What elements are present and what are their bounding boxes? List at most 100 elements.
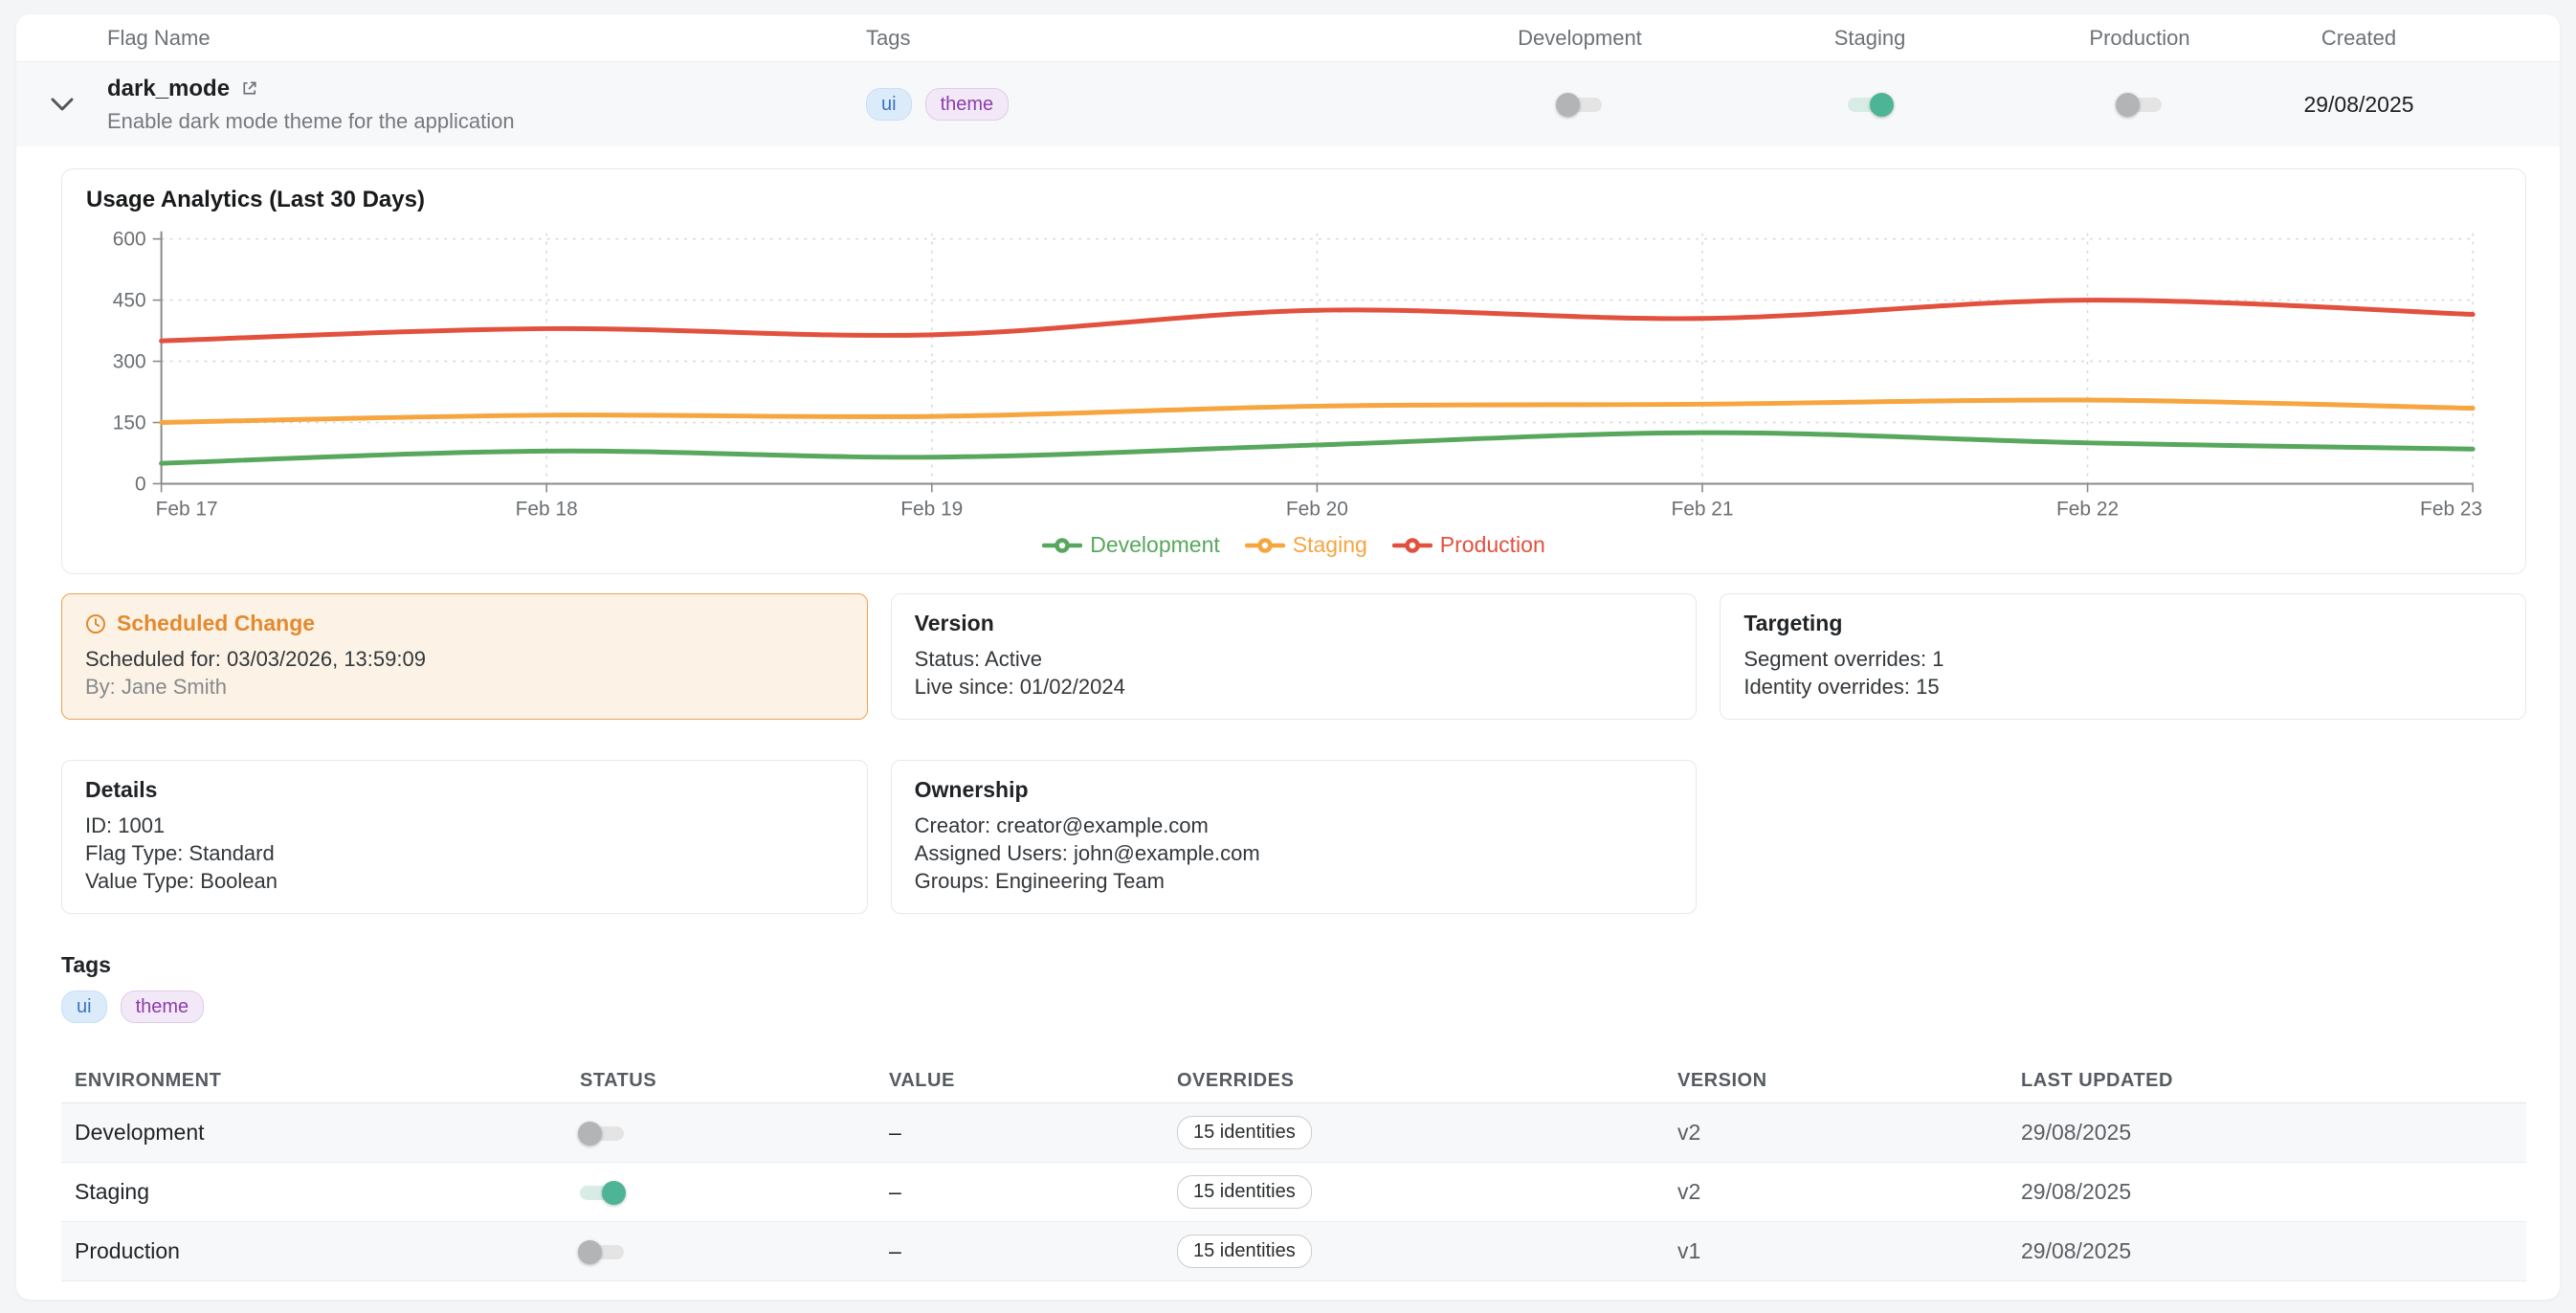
ownership-card-lines: Creator: creator@example.comAssigned Use… xyxy=(915,812,1674,895)
scheduled-for-text: Scheduled for: 03/03/2026, 13:59:09 xyxy=(85,645,844,673)
legend-item-production[interactable]: Production xyxy=(1392,532,1545,558)
env-version: v2 xyxy=(1677,1120,2021,1146)
card-line: Segment overrides: 1 xyxy=(1743,645,2502,673)
svg-text:Feb 17: Feb 17 xyxy=(156,498,218,520)
env-col-header-value: VALUE xyxy=(889,1070,1177,1092)
scheduled-change-card: Scheduled Change Scheduled for: 03/03/20… xyxy=(61,593,868,720)
col-header-tags: Tags xyxy=(866,26,1427,51)
targeting-card: Targeting Segment overrides: 1Identity o… xyxy=(1720,593,2526,720)
staging-status-toggle[interactable] xyxy=(580,1181,624,1205)
env-col-header-version: VERSION xyxy=(1677,1070,2021,1092)
env-name: Staging xyxy=(61,1179,580,1205)
svg-text:Feb 19: Feb 19 xyxy=(900,498,963,520)
env-row-production: Production–15 identitiesv129/08/2025 xyxy=(61,1222,2526,1281)
identities-badge[interactable]: 15 identities xyxy=(1177,1235,1312,1268)
feature-flag-panel: Flag Name Tags Development Staging Produ… xyxy=(16,14,2560,1300)
col-header-development: Development xyxy=(1427,26,1733,51)
ownership-card: Ownership Creator: creator@example.comAs… xyxy=(891,760,1698,914)
scheduled-change-title: Scheduled Change xyxy=(117,611,315,636)
col-header-flag-name: Flag Name xyxy=(107,26,866,51)
card-line: Flag Type: Standard xyxy=(85,839,844,867)
svg-text:Feb 23: Feb 23 xyxy=(2420,498,2482,520)
card-line: Live since: 01/02/2024 xyxy=(915,673,1674,701)
env-last-updated: 29/08/2025 xyxy=(2021,1179,2526,1205)
clock-icon xyxy=(85,613,106,634)
tags-section-chips: uitheme xyxy=(61,990,2526,1023)
staging-toggle[interactable] xyxy=(1848,93,1892,117)
production-toggle[interactable] xyxy=(2118,93,2162,117)
env-last-updated: 29/08/2025 xyxy=(2021,1238,2526,1264)
tags-section-title: Tags xyxy=(61,952,2526,978)
development-status-toggle[interactable] xyxy=(580,1122,624,1146)
svg-text:Feb 22: Feb 22 xyxy=(2056,498,2119,520)
card-line: Status: Active xyxy=(915,645,1674,673)
created-date: 29/08/2025 xyxy=(2273,92,2445,118)
env-version: v2 xyxy=(1677,1179,2021,1205)
development-toggle[interactable] xyxy=(1558,93,1602,117)
flag-row: dark_mode Enable dark mode theme for the… xyxy=(16,62,2560,146)
svg-text:450: 450 xyxy=(113,290,146,312)
env-row-staging: Staging –15 identities v229/08/2025 xyxy=(61,1163,2526,1222)
env-col-header-overrides: OVERRIDES xyxy=(1177,1070,1677,1092)
env-value: – xyxy=(889,1120,1177,1146)
svg-text:600: 600 xyxy=(113,229,146,251)
col-header-created: Created xyxy=(2273,26,2445,51)
scheduled-by-text: By: Jane Smith xyxy=(85,673,844,701)
env-value: – xyxy=(889,1179,1177,1205)
production-status-toggle[interactable] xyxy=(580,1240,624,1264)
env-row-development: Development –15 identities v229/08/2025 xyxy=(61,1103,2526,1163)
usage-analytics-card: Usage Analytics (Last 30 Days) 015030045… xyxy=(61,168,2526,574)
env-col-header-status: STATUS xyxy=(580,1070,889,1092)
legend-marker-icon xyxy=(1392,536,1432,555)
svg-text:0: 0 xyxy=(135,473,146,495)
details-card-lines: ID: 1001Flag Type: StandardValue Type: B… xyxy=(85,812,844,895)
env-name: Development xyxy=(61,1120,580,1146)
legend-item-development[interactable]: Development xyxy=(1042,532,1220,558)
svg-text:Feb 18: Feb 18 xyxy=(516,498,578,520)
tag-theme[interactable]: theme xyxy=(121,990,205,1023)
identities-badge[interactable]: 15 identities xyxy=(1177,1116,1312,1149)
targeting-card-title: Targeting xyxy=(1743,611,2502,636)
version-card: Version Status: ActiveLive since: 01/02/… xyxy=(891,593,1698,720)
card-line: Assigned Users: john@example.com xyxy=(915,839,1674,867)
env-version: v1 xyxy=(1677,1238,2021,1264)
card-line: Creator: creator@example.com xyxy=(915,812,1674,839)
svg-text:Feb 20: Feb 20 xyxy=(1286,498,1348,520)
svg-text:150: 150 xyxy=(113,412,146,434)
env-col-header-last-updated: LAST UPDATED xyxy=(2021,1070,2526,1092)
collapse-chevron-icon[interactable] xyxy=(51,98,74,111)
env-last-updated: 29/08/2025 xyxy=(2021,1120,2526,1146)
legend-marker-icon xyxy=(1042,536,1082,555)
flag-name[interactable]: dark_mode xyxy=(107,76,230,102)
version-card-title: Version xyxy=(915,611,1674,636)
version-card-lines: Status: ActiveLive since: 01/02/2024 xyxy=(915,645,1674,701)
svg-text:300: 300 xyxy=(113,351,146,373)
tag-ui[interactable]: ui xyxy=(61,990,107,1023)
page: Flag Name Tags Development Staging Produ… xyxy=(0,0,2576,1313)
legend-label: Staging xyxy=(1293,532,1367,558)
tag-theme[interactable]: theme xyxy=(925,88,1010,121)
card-line: Value Type: Boolean xyxy=(85,867,844,895)
legend-label: Development xyxy=(1090,532,1220,558)
legend-label: Production xyxy=(1440,532,1545,558)
legend-marker-icon xyxy=(1245,536,1285,555)
environments-table: ENVIRONMENTSTATUSVALUEOVERRIDESVERSIONLA… xyxy=(61,1059,2526,1281)
usage-analytics-chart: 0 150 300 450 600 Feb 17 Feb 18 Feb 19 Feb 20 Feb… xyxy=(62,169,2525,573)
col-header-staging: Staging xyxy=(1733,26,2007,51)
flag-table-header: Flag Name Tags Development Staging Produ… xyxy=(16,14,2560,62)
tag-ui[interactable]: ui xyxy=(866,88,912,121)
col-header-production: Production xyxy=(2007,26,2273,51)
flag-details-panel: Usage Analytics (Last 30 Days) 015030045… xyxy=(16,146,2560,1300)
details-card: Details ID: 1001Flag Type: StandardValue… xyxy=(61,760,868,914)
details-card-title: Details xyxy=(85,777,844,803)
info-cards-row-1: Scheduled Change Scheduled for: 03/03/20… xyxy=(61,593,2526,720)
environments-table-body: Development–15 identitiesv229/08/2025Sta… xyxy=(61,1103,2526,1281)
env-name: Production xyxy=(61,1238,580,1264)
info-cards-row-2: Details ID: 1001Flag Type: StandardValue… xyxy=(61,760,2526,914)
legend-item-staging[interactable]: Staging xyxy=(1245,532,1367,558)
empty-card-slot xyxy=(1720,760,2526,914)
card-line: Identity overrides: 15 xyxy=(1743,673,2502,701)
identities-badge[interactable]: 15 identities xyxy=(1177,1175,1312,1209)
card-line: Groups: Engineering Team xyxy=(915,867,1674,895)
external-link-icon[interactable] xyxy=(240,79,258,98)
